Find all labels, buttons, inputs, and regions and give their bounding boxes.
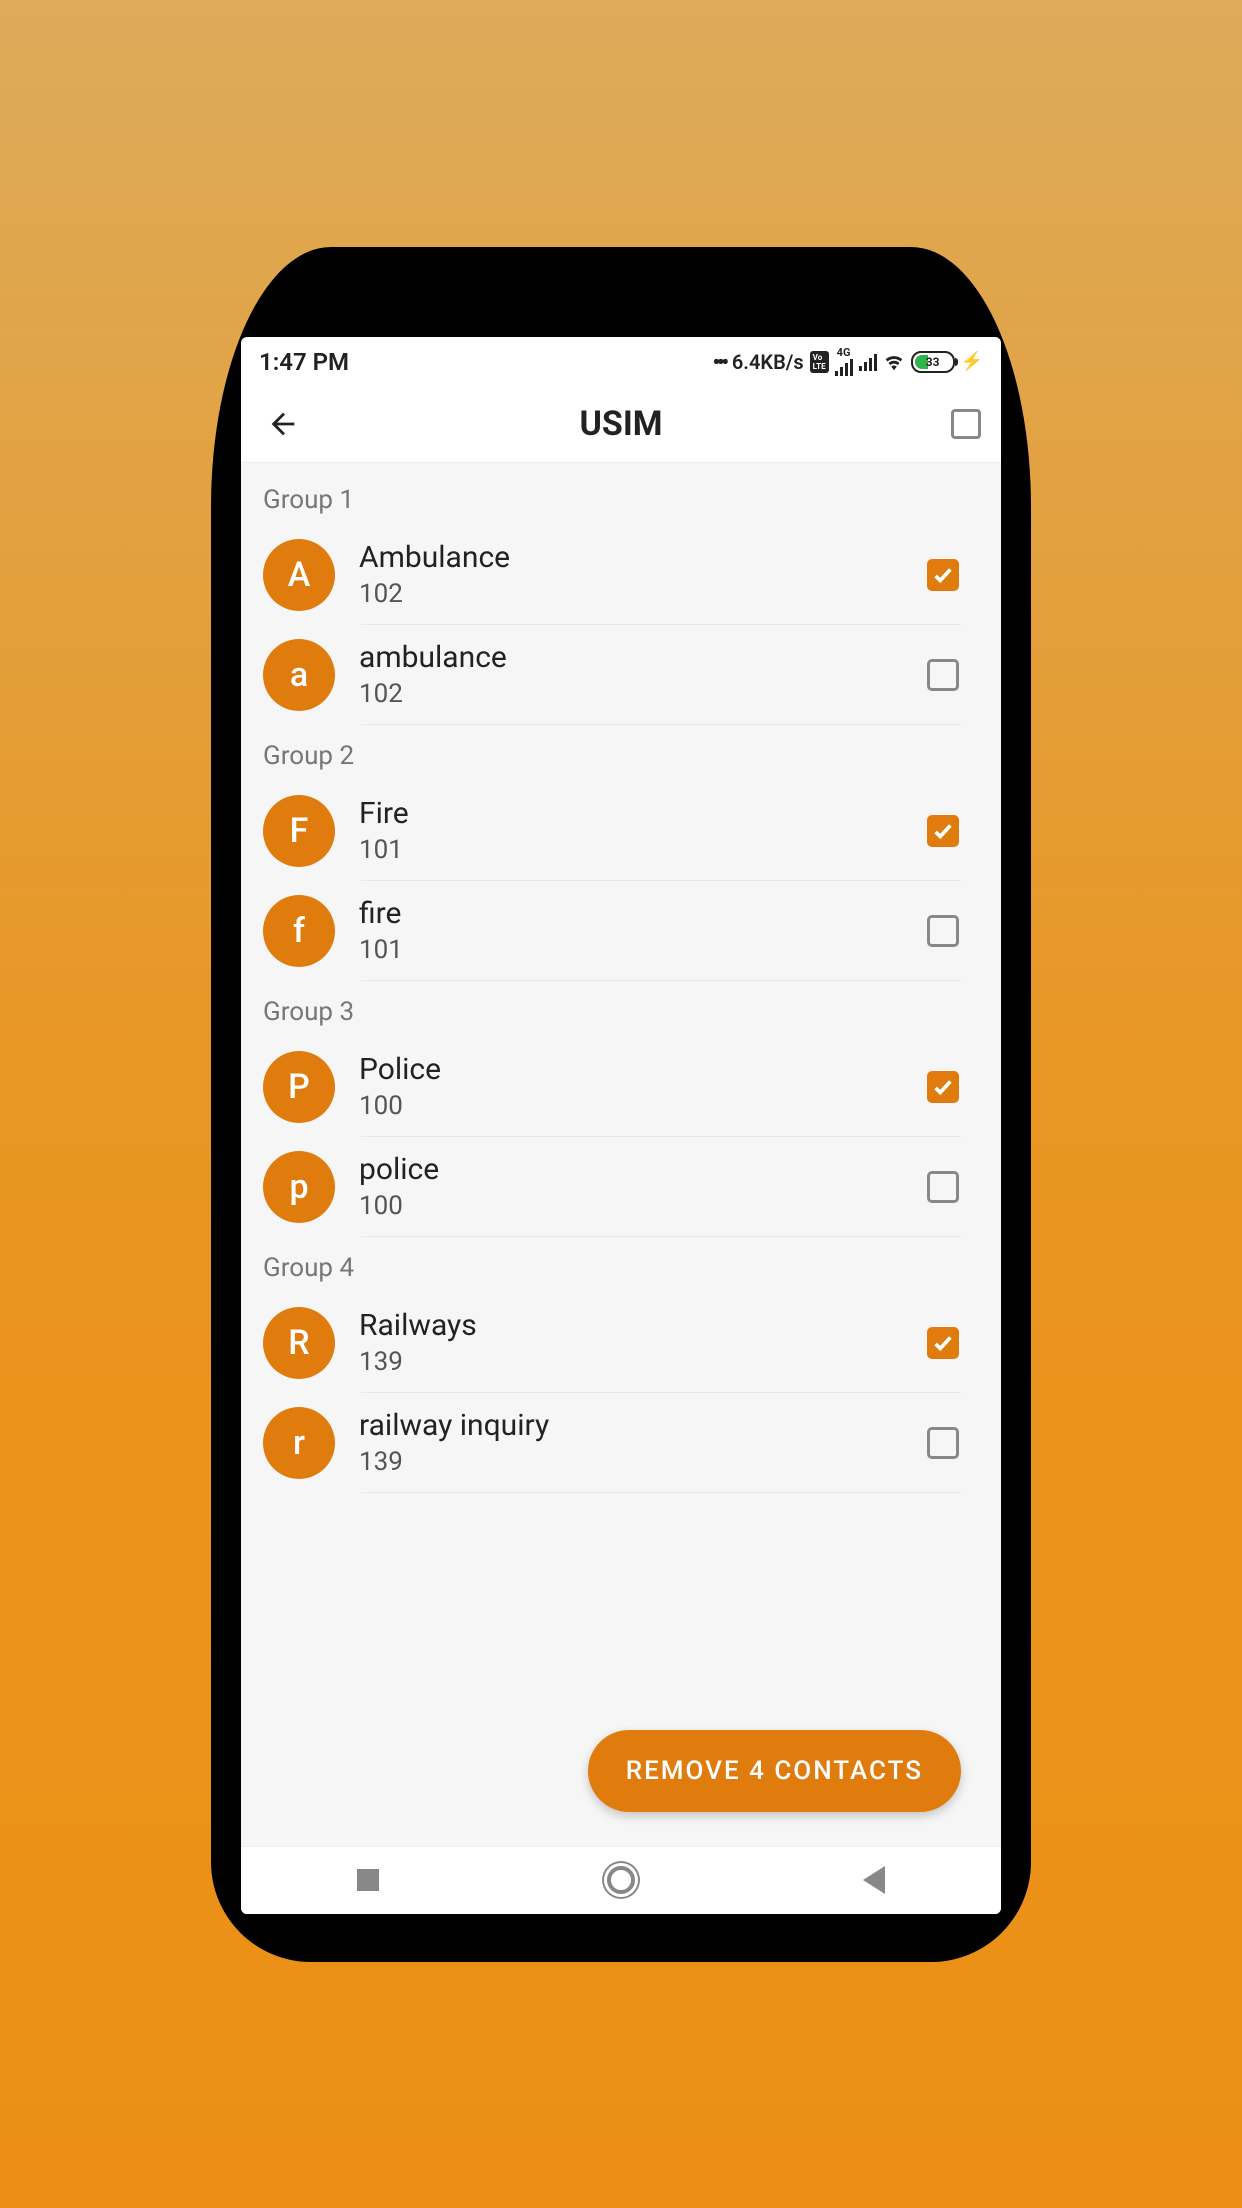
contact-checkbox[interactable]	[927, 915, 959, 947]
contact-name: railway inquiry	[359, 1408, 903, 1443]
contact-name: ambulance	[359, 640, 903, 675]
system-nav-bar	[241, 1846, 1001, 1914]
contact-name: Fire	[359, 796, 903, 831]
select-all-checkbox[interactable]	[951, 409, 981, 439]
contact-text: Ambulance 102	[359, 540, 903, 609]
charging-icon: ⚡	[961, 351, 983, 372]
contact-name: police	[359, 1152, 903, 1187]
contact-number: 101	[359, 935, 903, 965]
contact-name: Ambulance	[359, 540, 903, 575]
nav-back-button[interactable]	[854, 1860, 894, 1900]
contact-name: fire	[359, 896, 903, 931]
contact-row[interactable]: ffire 101	[241, 881, 1001, 981]
group-header: Group 4	[241, 1237, 1001, 1293]
contact-row[interactable]: A Ambulance 102	[241, 525, 1001, 625]
app-bar: USIM	[241, 387, 1001, 463]
avatar: R	[263, 1307, 335, 1379]
contact-number: 139	[359, 1447, 903, 1477]
contact-checkbox[interactable]	[927, 1171, 959, 1203]
data-speed: 6.4KB/s	[732, 350, 804, 374]
screen: 1:47 PM ••• 6.4KB/s Vo LTE 4G 33 ⚡	[241, 337, 1001, 1914]
avatar: p	[263, 1151, 335, 1223]
contact-checkbox[interactable]	[927, 659, 959, 691]
check-icon	[932, 564, 954, 586]
contact-list[interactable]: Group 1 A Ambulance 102 a ambulance 102 Group 2…	[241, 463, 1001, 1846]
contact-row[interactable]: a ambulance 102	[241, 625, 1001, 725]
nav-home-button[interactable]	[601, 1860, 641, 1900]
avatar: A	[263, 539, 335, 611]
volte-icon: Vo LTE	[810, 351, 829, 373]
more-icon: •••	[713, 350, 726, 374]
contact-text: fire 101	[359, 896, 903, 965]
signal-icon-2	[859, 353, 877, 371]
check-icon	[932, 820, 954, 842]
contact-name: Railways	[359, 1308, 903, 1343]
avatar: F	[263, 795, 335, 867]
contact-checkbox[interactable]	[927, 1427, 959, 1459]
contact-text: railway inquiry 139	[359, 1408, 903, 1477]
group-header: Group 2	[241, 725, 1001, 781]
contact-row[interactable]: P Police 100	[241, 1037, 1001, 1137]
avatar: r	[263, 1407, 335, 1479]
remove-contacts-button[interactable]: REMOVE 4 CONTACTS	[588, 1730, 961, 1812]
group-header: Group 1	[241, 469, 1001, 525]
contact-text: Railways 139	[359, 1308, 903, 1377]
contact-number: 102	[359, 579, 903, 609]
page-title: USIM	[241, 404, 1001, 444]
wifi-icon	[883, 351, 905, 373]
contact-checkbox[interactable]	[927, 1071, 959, 1103]
contact-text: police 100	[359, 1152, 903, 1221]
contact-checkbox[interactable]	[927, 1327, 959, 1359]
status-right: ••• 6.4KB/s Vo LTE 4G 33 ⚡	[713, 347, 983, 376]
avatar: P	[263, 1051, 335, 1123]
back-button[interactable]	[261, 402, 305, 446]
contact-checkbox[interactable]	[927, 559, 959, 591]
contact-checkbox[interactable]	[927, 815, 959, 847]
contact-text: ambulance 102	[359, 640, 903, 709]
network-type: 4G	[837, 347, 851, 358]
battery-icon: 33	[911, 351, 955, 373]
square-icon	[357, 1869, 379, 1891]
status-time: 1:47 PM	[259, 348, 349, 376]
contact-name: Police	[359, 1052, 903, 1087]
contact-row[interactable]: R Railways 139	[241, 1293, 1001, 1393]
nav-recents-button[interactable]	[348, 1860, 388, 1900]
status-bar: 1:47 PM ••• 6.4KB/s Vo LTE 4G 33 ⚡	[241, 337, 1001, 387]
triangle-icon	[863, 1866, 885, 1894]
contact-row[interactable]: ppolice 100	[241, 1137, 1001, 1237]
contact-number: 101	[359, 835, 903, 865]
avatar: a	[263, 639, 335, 711]
circle-icon	[607, 1866, 635, 1894]
signal-icon-1	[835, 358, 853, 376]
contact-row[interactable]: F Fire 101	[241, 781, 1001, 881]
contact-row[interactable]: r railway inquiry 139	[241, 1393, 1001, 1493]
contact-number: 139	[359, 1347, 903, 1377]
contact-number: 102	[359, 679, 903, 709]
back-arrow-icon	[266, 407, 300, 441]
contact-number: 100	[359, 1091, 903, 1121]
contact-text: Police 100	[359, 1052, 903, 1121]
check-icon	[932, 1076, 954, 1098]
group-header: Group 3	[241, 981, 1001, 1037]
phone-frame: 1:47 PM ••• 6.4KB/s Vo LTE 4G 33 ⚡	[211, 247, 1031, 1962]
contact-number: 100	[359, 1191, 903, 1221]
contact-text: Fire 101	[359, 796, 903, 865]
avatar: f	[263, 895, 335, 967]
check-icon	[932, 1332, 954, 1354]
